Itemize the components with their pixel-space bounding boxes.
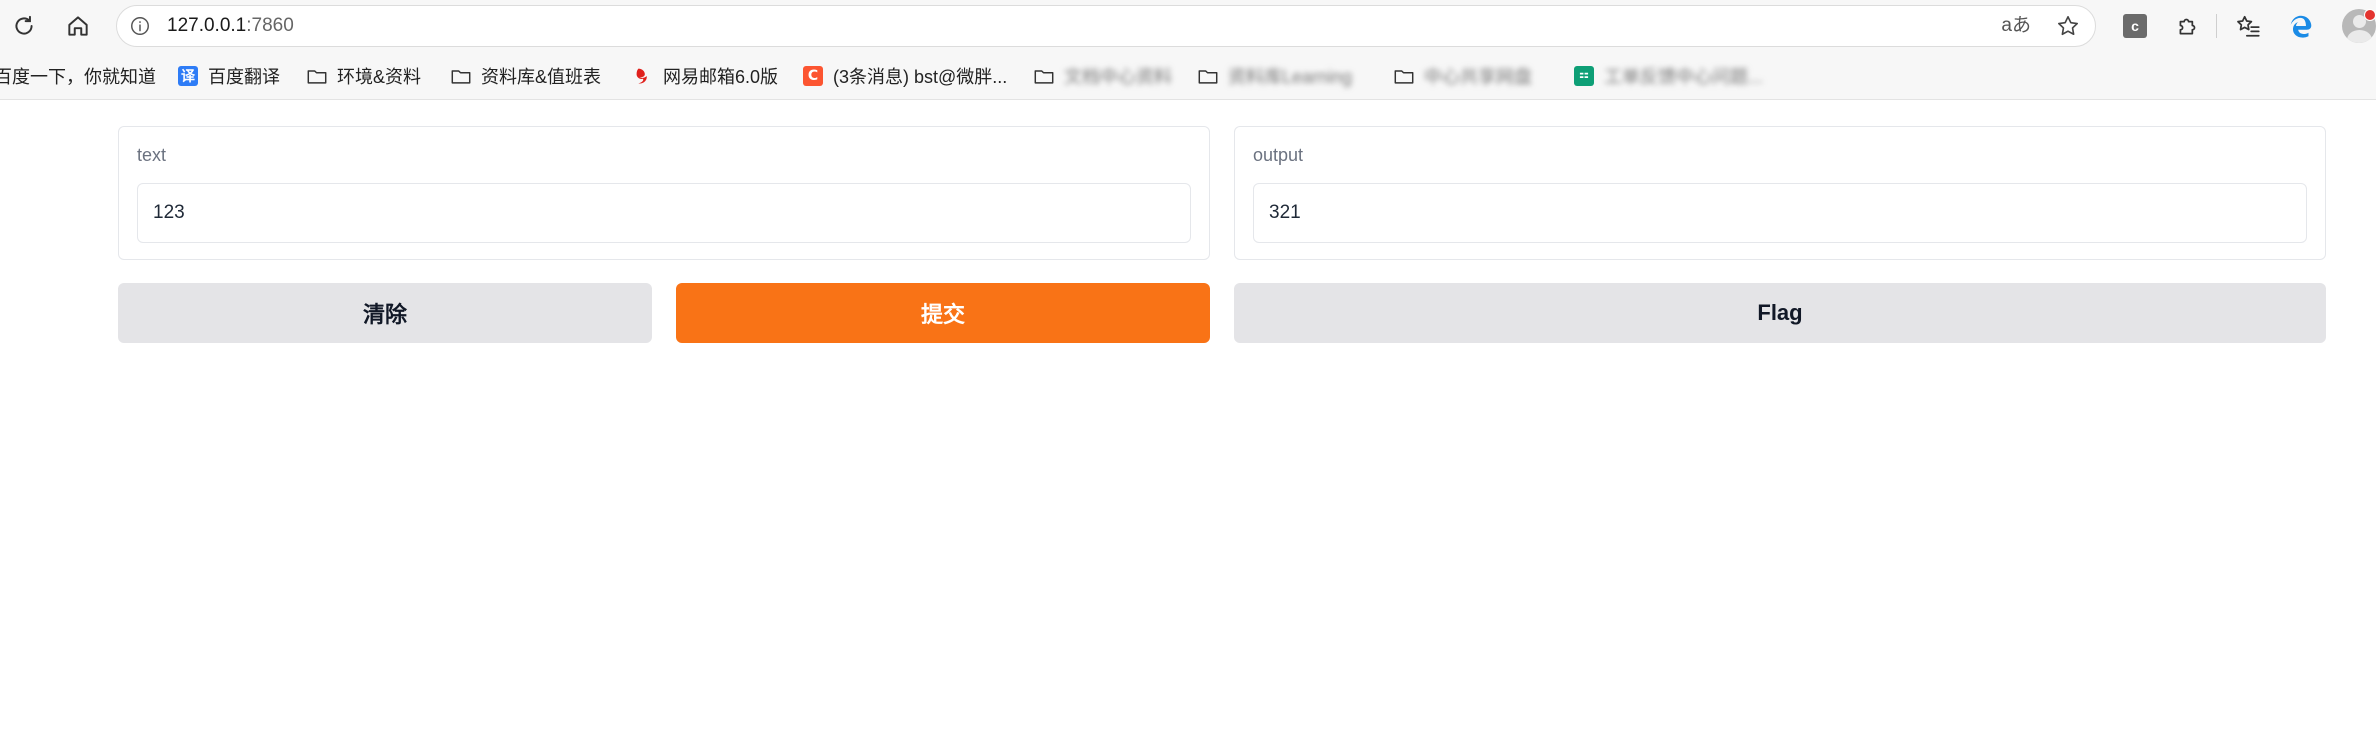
- bookmark-label: 工单反馈中心问题...: [1604, 67, 1764, 87]
- bookmark-label: 网易邮箱6.0版: [663, 67, 779, 87]
- baidu-translate-icon: 译: [177, 65, 199, 87]
- address-url[interactable]: 127.0.0.1:7860: [167, 6, 294, 46]
- extension-c-icon[interactable]: c: [2120, 11, 2150, 41]
- bookmark-label: 文档中心资料: [1064, 67, 1172, 87]
- bookmark-label: 百度一下，你就知道: [0, 67, 156, 87]
- bookmark-netease-mail[interactable]: 网易邮箱6.0版: [632, 52, 778, 100]
- clear-button[interactable]: 清除: [118, 283, 652, 343]
- extensions-puzzle-icon[interactable]: [2173, 11, 2203, 41]
- folder-icon: [1033, 65, 1055, 87]
- bookmark-folder-learning[interactable]: 资料库Learning: [1197, 52, 1352, 100]
- bookmark-folder-database[interactable]: 资料库&值班表: [450, 52, 601, 100]
- input-panel: text 123: [118, 126, 1210, 260]
- bookmark-ticket-app[interactable]: 工单反馈中心问题...: [1573, 52, 1763, 100]
- browser-toolbar: 127.0.0.1:7860 aあ c: [0, 0, 2376, 52]
- output-field[interactable]: 321: [1253, 183, 2307, 243]
- flag-button[interactable]: Flag: [1234, 283, 2326, 343]
- edge-browser-icon[interactable]: [2286, 11, 2316, 41]
- output-label: output: [1253, 145, 1304, 165]
- output-panel: output 321: [1234, 126, 2326, 260]
- folder-icon: [1393, 65, 1415, 87]
- bookmarks-bar: 百度一下，你就知道 译 百度翻译 环境&资料 资料库&值班表 网易邮箱6.0版 …: [0, 52, 2376, 100]
- netease-mail-icon: [632, 65, 654, 87]
- csdn-icon: C: [802, 65, 824, 87]
- site-info-icon[interactable]: [129, 15, 151, 37]
- folder-icon: [306, 65, 328, 87]
- bookmark-baidu[interactable]: 百度一下，你就知道: [0, 52, 156, 100]
- submit-button[interactable]: 提交: [676, 283, 1210, 343]
- favorite-star-icon[interactable]: [2055, 13, 2081, 39]
- url-port: :7860: [246, 15, 294, 36]
- favorites-list-icon[interactable]: [2234, 11, 2264, 41]
- bookmark-folder-share[interactable]: 中心共享网盘: [1393, 52, 1532, 100]
- refresh-icon[interactable]: [8, 10, 40, 42]
- bookmark-label: 资料库Learning: [1228, 67, 1353, 87]
- toolbar-divider: [2216, 14, 2217, 38]
- bookmark-label: 百度翻译: [208, 67, 280, 87]
- bookmark-folder-env[interactable]: 环境&资料: [306, 52, 421, 100]
- bookmark-label: 资料库&值班表: [481, 67, 602, 87]
- folder-icon: [1197, 65, 1219, 87]
- input-label: text: [137, 145, 167, 165]
- bookmark-label: 环境&资料: [337, 67, 422, 87]
- folder-icon: [450, 65, 472, 87]
- bookmark-baidu-translate[interactable]: 译 百度翻译: [177, 52, 280, 100]
- read-aloud-icon[interactable]: aあ: [2001, 12, 2031, 40]
- bookmark-csdn[interactable]: C (3条消息) bst@微胖...: [802, 52, 1007, 100]
- notification-dot: [2364, 9, 2376, 21]
- bookmark-folder-docs[interactable]: 文档中心资料: [1033, 52, 1172, 100]
- bookmark-label: 中心共享网盘: [1424, 67, 1532, 87]
- bookmark-label: (3条消息) bst@微胖...: [833, 67, 1008, 87]
- text-input[interactable]: 123: [137, 183, 1191, 243]
- address-bar[interactable]: 127.0.0.1:7860 aあ: [116, 5, 2096, 47]
- app-icon: [1573, 65, 1595, 87]
- home-icon[interactable]: [62, 10, 94, 42]
- url-host: 127.0.0.1: [167, 15, 247, 36]
